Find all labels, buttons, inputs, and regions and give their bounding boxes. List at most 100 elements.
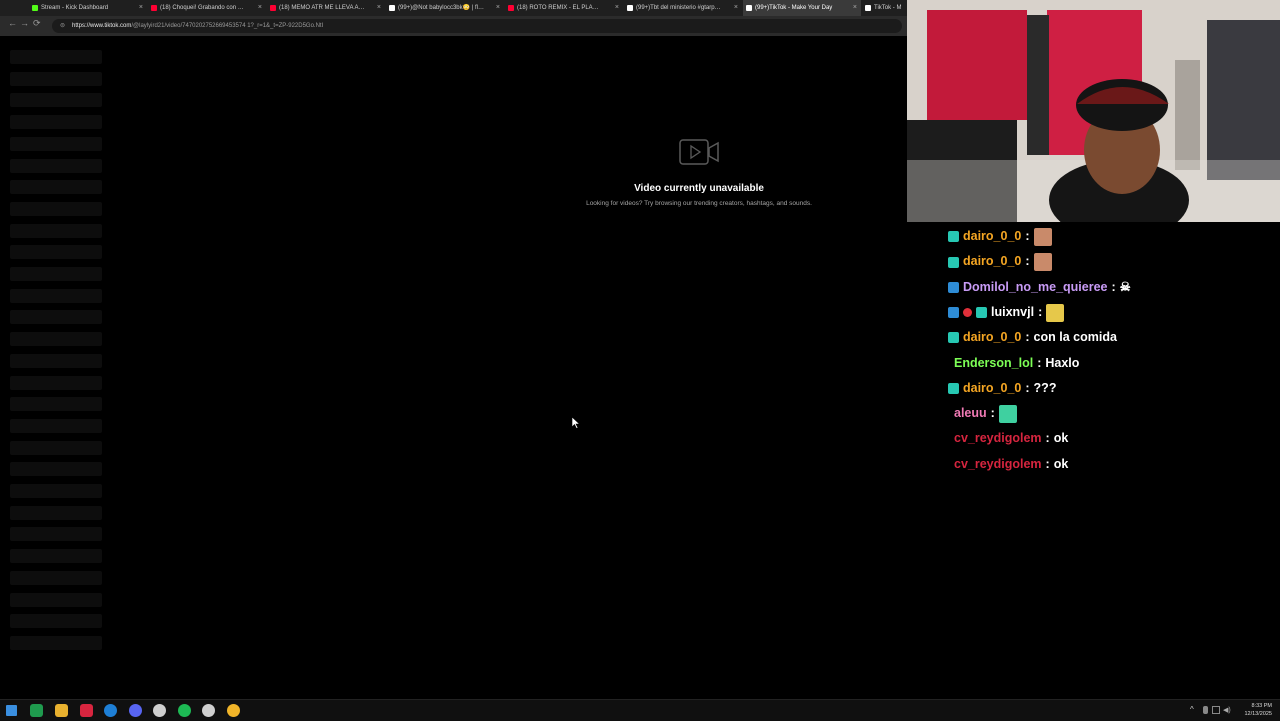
chat-message: luixnvjl:	[948, 301, 1065, 323]
chat-username[interactable]: dairo_0_0	[963, 381, 1021, 395]
car-emote	[1046, 303, 1065, 322]
chat-username[interactable]: luixnvjl	[991, 305, 1034, 319]
tab-close-icon[interactable]: ×	[496, 0, 500, 16]
tab-favicon-icon	[627, 5, 633, 11]
skeleton-placeholder	[10, 635, 102, 650]
chat-username[interactable]: dairo_0_0	[963, 229, 1021, 243]
browser-tab[interactable]: TikTok - M	[862, 0, 907, 16]
chat-username[interactable]: Domilol_no_me_quieree	[963, 280, 1108, 294]
obs-icon[interactable]	[202, 704, 215, 717]
pen-tool-icon[interactable]	[153, 704, 166, 717]
tab-favicon-icon	[865, 5, 871, 11]
tab-label: Stream - Kick Dashboard	[41, 5, 109, 11]
chat-separator: :	[990, 406, 995, 421]
chrome-icon[interactable]	[227, 704, 240, 717]
bars-emote	[998, 404, 1017, 423]
chat-username[interactable]: dairo_0_0	[963, 330, 1021, 344]
skeleton-placeholder	[10, 549, 102, 564]
subscriber-badge-icon	[948, 383, 959, 394]
chat-text: ???	[1033, 380, 1057, 395]
tab-label: TikTok - M	[874, 5, 902, 11]
microphone-icon[interactable]	[1203, 706, 1208, 714]
skeleton-placeholder	[10, 115, 102, 130]
chat-message: dairo_0_0: con la comida	[948, 326, 1117, 348]
browser-tab[interactable]: (99+)Tbt del ministerio #gtarp #g ×	[624, 0, 742, 16]
chat-text: con la comida	[1033, 330, 1117, 345]
chat-username[interactable]: Enderson_lol	[954, 356, 1033, 370]
moderator-badge-icon	[948, 307, 959, 319]
tab-favicon-icon	[389, 5, 395, 11]
back-icon[interactable]: ←	[8, 18, 17, 28]
skeleton-placeholder	[10, 353, 102, 368]
browser-tab[interactable]: Stream - Kick Dashboard ×	[29, 0, 147, 16]
spreadsheet-icon[interactable]	[30, 704, 43, 717]
file-explorer-icon[interactable]	[55, 704, 68, 717]
tab-close-icon[interactable]: ×	[377, 0, 381, 16]
tab-close-icon[interactable]: ×	[615, 0, 619, 16]
windows-start-icon[interactable]	[6, 705, 17, 716]
skeleton-placeholder	[10, 484, 102, 498]
chat-username[interactable]: aleuu	[954, 406, 987, 420]
address-bar[interactable]: ⊜ https://www.tiktok.com/@laylyird21/vid…	[52, 19, 902, 33]
skeleton-placeholder	[10, 310, 102, 325]
chat-separator: :	[1037, 355, 1042, 370]
tab-close-icon[interactable]: ×	[258, 0, 262, 16]
status-dot-icon	[963, 308, 972, 318]
chat-message: cv_reydigolem: ok	[954, 453, 1068, 475]
unavailable-title: Video currently unavailable	[634, 183, 764, 194]
chat-username[interactable]: dairo_0_0	[963, 254, 1021, 268]
subscriber-badge-icon	[948, 256, 959, 268]
skeleton-placeholder	[10, 592, 102, 607]
app-red-icon[interactable]	[80, 704, 93, 717]
browser-tab[interactable]: (18) ROTO REMIX - EL PLANTON ×	[505, 0, 623, 16]
windows-taskbar: ^ ◀) 8:33 PM 12/13/2025	[0, 699, 1280, 721]
skeleton-placeholder	[10, 375, 102, 390]
discord-icon[interactable]	[129, 704, 142, 717]
clock-date: 12/13/2025	[1244, 711, 1272, 717]
browser-tab[interactable]: (99+)@Not babylocc3bk😳 | flac ×	[386, 0, 504, 16]
tab-label: (18) MEMO ATR ME LLEVA AL BR	[279, 5, 365, 11]
chat-separator: :	[1025, 330, 1030, 345]
skeleton-placeholder	[10, 288, 102, 303]
reload-icon[interactable]: ⟳	[33, 18, 41, 29]
skeleton-placeholder	[10, 50, 102, 64]
webcam-feed-image	[907, 0, 1280, 222]
edge-browser-icon[interactable]	[104, 704, 117, 717]
url-path: /@laylyird21/video/7470202752669453574 1…	[131, 23, 324, 29]
chat-separator: :	[1045, 431, 1050, 446]
forward-icon[interactable]: →	[20, 18, 29, 28]
skeleton-placeholder	[10, 223, 102, 238]
face-emote	[1033, 253, 1052, 271]
site-info-icon[interactable]: ⊜	[60, 19, 65, 33]
tab-favicon-icon	[32, 5, 38, 11]
tray-overflow-icon[interactable]: ^	[1190, 705, 1194, 714]
webcam-overlay	[907, 0, 1280, 222]
subscriber-badge-icon	[948, 332, 959, 344]
chat-separator: :	[1025, 254, 1030, 269]
face-emote	[1033, 227, 1052, 246]
chat-message: dairo_0_0:???	[948, 377, 1056, 399]
volume-icon[interactable]: ◀)	[1223, 706, 1231, 714]
chat-text: ok	[1053, 456, 1069, 471]
taskbar-clock[interactable]: 8:33 PM 12/13/2025	[1244, 702, 1272, 718]
skeleton-placeholder	[10, 158, 102, 173]
network-icon[interactable]	[1212, 706, 1220, 714]
browser-tab[interactable]: (18) MEMO ATR ME LLEVA AL BR ×	[267, 0, 385, 16]
browser-tab[interactable]: (18) Choquei! Grabando con @Me ×	[148, 0, 266, 16]
browser-tab-strip: Stream - Kick Dashboard × (18) Choquei! Gr…	[0, 0, 907, 16]
chat-separator: :	[1038, 304, 1043, 319]
chat-message: Domilol_no_me_quieree: ☠	[948, 276, 1131, 298]
skeleton-placeholder	[10, 180, 102, 195]
browser-toolbar: ← → ⟳ ⊜ https://www.tiktok.com/@laylyird…	[0, 16, 907, 36]
tab-close-icon[interactable]: ×	[139, 0, 143, 16]
chat-username[interactable]: cv_reydigolem	[954, 431, 1042, 445]
tab-label: (99+)TikTok - Make Your Day	[755, 5, 833, 11]
tab-close-icon[interactable]: ×	[853, 0, 857, 16]
chat-separator: :	[1111, 279, 1116, 294]
chat-text: ☠	[1119, 279, 1131, 294]
tab-label: (18) ROTO REMIX - EL PLANTON	[517, 5, 603, 11]
spotify-icon[interactable]	[178, 704, 191, 717]
chat-username[interactable]: cv_reydigolem	[954, 457, 1042, 471]
tab-close-icon[interactable]: ×	[734, 0, 738, 16]
browser-tab[interactable]: (99+)TikTok - Make Your Day ×	[743, 0, 861, 16]
